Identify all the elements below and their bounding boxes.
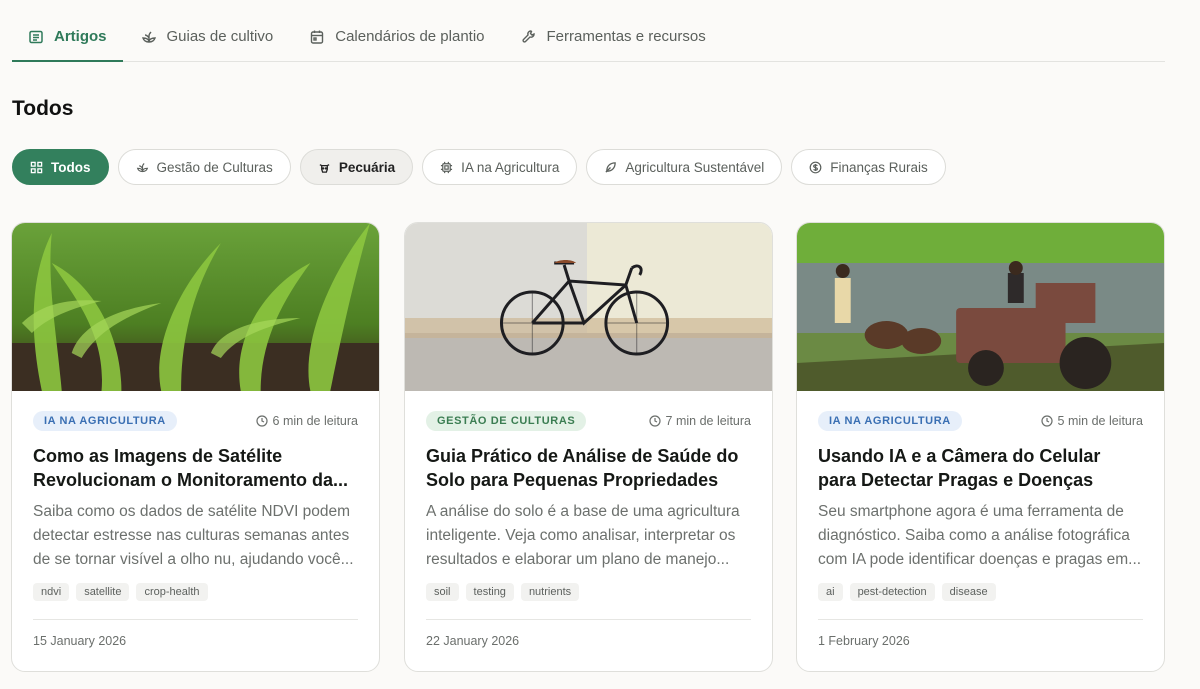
read-time-label: 7 min de leitura (665, 414, 751, 428)
publish-date: 1 February 2026 (818, 634, 910, 648)
wrench-icon (521, 29, 535, 43)
chip-ia-na-agricultura[interactable]: IA na Agricultura (422, 149, 578, 185)
tab-label: Calendários de plantio (335, 28, 485, 45)
cow-icon (319, 163, 330, 173)
main-tabs: Artigos Guias de cultivo Calendários de … (12, 12, 1165, 62)
chip-label: Gestão de Culturas (156, 159, 273, 175)
list-icon (29, 30, 43, 43)
article-image-field-tractor (797, 223, 1164, 391)
tab-label: Ferramentas e recursos (546, 28, 706, 45)
read-time: 7 min de leitura (648, 414, 751, 428)
plant-icon (136, 162, 148, 172)
tag[interactable]: pest-detection (849, 583, 935, 601)
tab-artigos[interactable]: Artigos (12, 12, 123, 62)
article-title[interactable]: Usando IA e a Câmera do Celular para Det… (818, 444, 1143, 492)
chip-todos[interactable]: Todos (12, 149, 109, 185)
article-excerpt: Saiba como os dados de satélite NDVI pod… (33, 503, 354, 568)
leaf-icon (605, 161, 617, 173)
tag[interactable]: ndvi (33, 583, 70, 601)
article-image-bicycle (405, 223, 772, 391)
divider (818, 619, 1143, 620)
read-time: 5 min de leitura (1040, 414, 1143, 428)
chip-label: IA na Agricultura (461, 159, 560, 175)
chip-label: Agricultura Sustentável (625, 159, 765, 175)
tab-label: Guias de cultivo (166, 28, 274, 45)
chip-label: Todos (51, 159, 91, 175)
grid-icon (30, 161, 43, 173)
article-title[interactable]: Guia Prático de Análise de Saúde do Solo… (426, 444, 751, 492)
read-time-label: 5 min de leitura (1057, 414, 1143, 428)
category-badge: IA NA AGRICULTURA (33, 411, 177, 431)
read-time-label: 6 min de leitura (272, 414, 358, 428)
chip-gestao-de-culturas[interactable]: Gestão de Culturas (117, 149, 291, 185)
tag[interactable]: disease (941, 583, 996, 601)
clock-icon (255, 415, 268, 427)
category-badge: IA NA AGRICULTURA (818, 411, 962, 431)
publish-date: 22 January 2026 (426, 634, 520, 648)
tag-list: ai pest-detection disease (818, 583, 1143, 601)
tag[interactable]: nutrients (520, 583, 580, 601)
category-filter-chips: Todos Gestão de Culturas Pecuária IA na … (12, 149, 946, 185)
chip-financas-rurais[interactable]: Finanças Rurais (791, 149, 946, 185)
tag[interactable]: satellite (76, 583, 130, 601)
tag-list: ndvi satellite crop-health (33, 583, 358, 601)
article-excerpt: Seu smartphone agora é uma ferramenta de… (818, 503, 1142, 568)
clock-icon (648, 415, 661, 427)
tab-calendarios-de-plantio[interactable]: Calendários de plantio (291, 12, 502, 61)
dollar-icon (809, 161, 822, 173)
article-excerpt: A análise do solo é a base de uma agricu… (426, 503, 740, 568)
chip-label: Finanças Rurais (830, 159, 928, 175)
article-title[interactable]: Como as Imagens de Satélite Revolucionam… (33, 444, 358, 492)
tag[interactable]: soil (426, 583, 459, 601)
chip-pecuaria[interactable]: Pecuária (299, 149, 414, 185)
calendar-icon (311, 30, 324, 44)
tag-list: soil testing nutrients (426, 583, 751, 601)
tag[interactable]: crop-health (136, 583, 208, 601)
chip-label: Pecuária (338, 159, 396, 175)
article-card[interactable]: IA NA AGRICULTURA 6 min de leitura Como … (11, 222, 380, 672)
read-time: 6 min de leitura (255, 414, 358, 428)
tag[interactable]: ai (818, 583, 843, 601)
article-image-crops (12, 223, 379, 391)
article-card[interactable]: GESTÃO DE CULTURAS 7 min de leitura Guia… (404, 222, 773, 672)
article-card[interactable]: IA NA AGRICULTURA 5 min de leitura Usand… (796, 222, 1165, 672)
tab-label: Artigos (54, 28, 107, 45)
publish-date: 15 January 2026 (33, 634, 127, 648)
page-title: Todos (12, 97, 74, 120)
category-badge: GESTÃO DE CULTURAS (426, 411, 587, 431)
tab-ferramentas-e-recursos[interactable]: Ferramentas e recursos (503, 12, 724, 61)
divider (426, 619, 751, 620)
tab-guias-de-cultivo[interactable]: Guias de cultivo (123, 12, 292, 61)
tag[interactable]: testing (465, 583, 514, 601)
plant-icon (141, 31, 156, 43)
chip-agricultura-sustentavel[interactable]: Agricultura Sustentável (586, 149, 783, 185)
clock-icon (1040, 415, 1053, 427)
cpu-icon (441, 161, 453, 173)
divider (33, 619, 358, 620)
